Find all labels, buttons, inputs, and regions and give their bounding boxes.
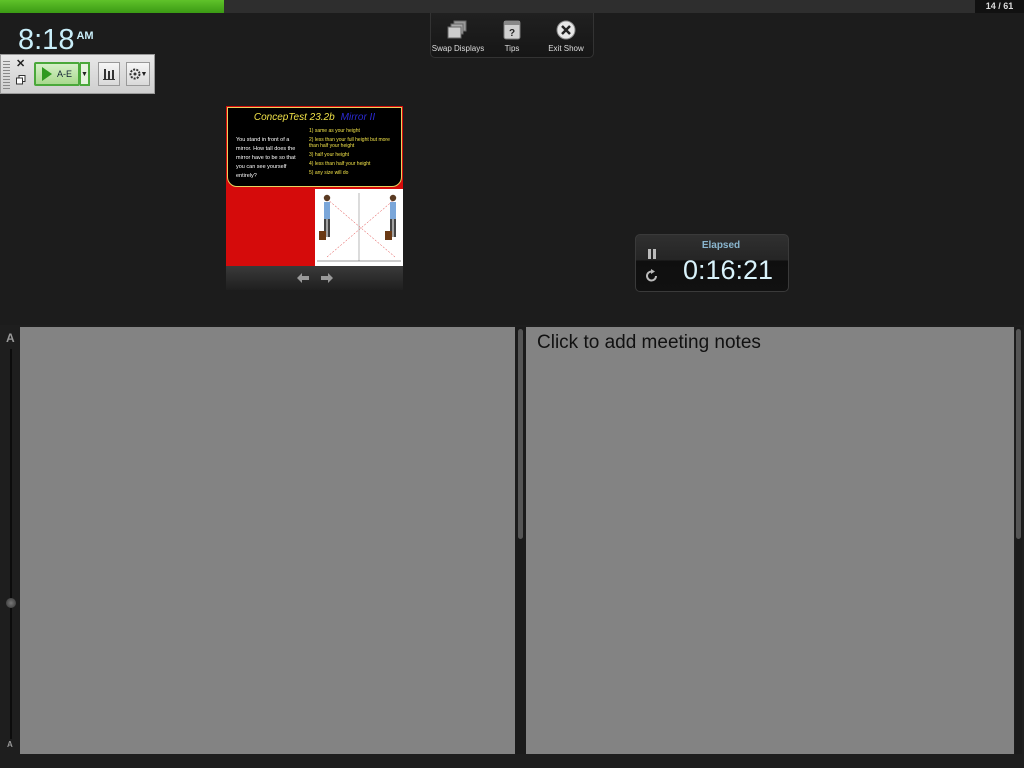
zoom-small-label: A — [7, 740, 13, 749]
toolbar-grip-handle[interactable] — [3, 61, 10, 89]
clock: 8:18 AM — [18, 24, 94, 57]
notes-scrollbar-thumb[interactable] — [1016, 329, 1021, 539]
mirror-diagram-image — [315, 189, 403, 266]
exit-show-icon — [556, 19, 576, 41]
slide-answer: 2) less than your full height but more t… — [309, 137, 390, 149]
tips-label: Tips — [504, 44, 520, 53]
zoom-slider-handle[interactable] — [6, 598, 16, 608]
svg-text:?: ? — [509, 28, 515, 39]
swap-displays-label: Swap Displays — [431, 44, 485, 53]
clicker-toolbar: ✕ A-E ▼ ▼ — [0, 54, 155, 94]
slide-title: ConcepTest 23.2b Mirror II — [228, 112, 401, 123]
arrow-left-icon[interactable] — [296, 273, 309, 283]
start-polling-label: A-E — [57, 69, 73, 79]
notes-placeholder: Click to add meeting notes — [537, 332, 761, 353]
meeting-notes-area[interactable]: Click to add meeting notes — [526, 327, 1014, 754]
exit-show-button[interactable]: Exit Show — [540, 19, 592, 57]
tips-icon: ? — [503, 19, 521, 41]
arrow-right-icon[interactable] — [320, 273, 333, 283]
swap-displays-button[interactable]: Swap Displays — [432, 19, 484, 57]
slide-counter: 14 / 61 — [975, 0, 1024, 13]
settings-icon — [129, 68, 141, 80]
exit-show-label: Exit Show — [548, 44, 584, 53]
notes-scrollbar-track[interactable] — [1015, 327, 1022, 754]
zoom-large-label: A — [6, 331, 15, 345]
clock-time: 8:18 — [18, 24, 75, 56]
slide-navigation — [226, 266, 403, 290]
bottom-panels: A A Click to add meeting notes — [0, 325, 1024, 768]
slide-question: You stand in front of a mirror. How tall… — [236, 137, 296, 179]
slide-title-sub: Mirror II — [340, 112, 376, 123]
chevron-down-icon: ▼ — [140, 70, 148, 78]
slide-answer: 5) any size will do — [309, 170, 349, 176]
presenter-toolbar: Swap Displays ? Tips Exit Show — [430, 13, 594, 58]
bar-chart-icon — [103, 69, 115, 80]
play-icon — [42, 67, 52, 81]
slide-answer: 4) less than half your height — [309, 161, 371, 167]
close-icon[interactable]: ✕ — [16, 59, 25, 70]
slide-answer: 1) same as your height — [309, 128, 360, 134]
elapsed-timer: Elapsed 0:16:21 — [635, 234, 789, 292]
clock-ampm: AM — [76, 30, 94, 42]
reset-icon[interactable] — [645, 269, 659, 283]
slide-progress-fill — [0, 0, 224, 13]
slide-title-main: ConcepTest 23.2b — [253, 112, 335, 123]
zoom-slider-track[interactable] — [10, 349, 12, 739]
panel-splitter[interactable] — [515, 327, 526, 754]
swap-displays-icon — [447, 19, 469, 41]
left-panel-scrollbar[interactable] — [518, 329, 523, 539]
start-polling-button[interactable]: A-E — [34, 62, 80, 86]
dropdown-arrow-icon[interactable]: ▼ — [80, 62, 90, 86]
slide-progress-bar — [0, 0, 975, 13]
slide-header-box: ConcepTest 23.2b Mirror II You stand in f… — [227, 107, 402, 187]
slide-notes-view[interactable] — [20, 327, 515, 754]
tips-button[interactable]: ? Tips — [486, 19, 538, 57]
timer-value: 0:16:21 — [682, 255, 774, 285]
timer-label: Elapsed — [701, 240, 741, 251]
copy-icon[interactable] — [16, 75, 26, 85]
settings-button[interactable]: ▼ — [126, 62, 150, 86]
slide-answer-list: 1) same as your height 2) less than your… — [309, 128, 399, 179]
bar-chart-button[interactable] — [98, 62, 120, 86]
current-slide-preview[interactable]: ConcepTest 23.2b Mirror II You stand in f… — [226, 106, 403, 266]
slide-answer: 3) half your height — [309, 152, 350, 158]
